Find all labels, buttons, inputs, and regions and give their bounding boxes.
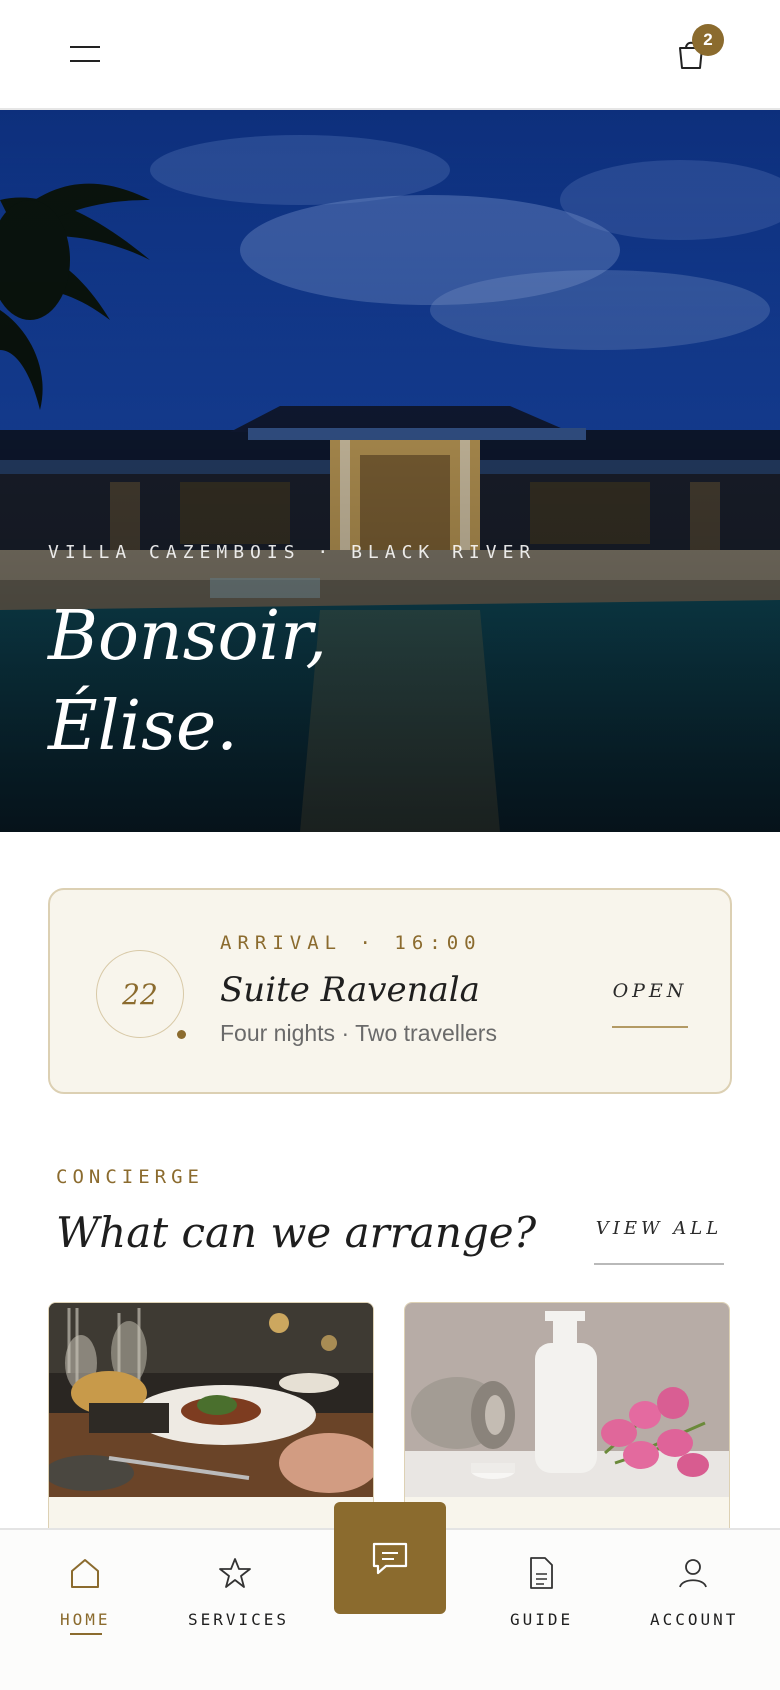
home-icon <box>71 1559 99 1588</box>
star-icon <box>219 1558 251 1588</box>
open-underline <box>612 1026 688 1028</box>
chat-bubble-icon <box>372 1542 408 1575</box>
greeting-heading: Bonsoir, Élise. <box>48 592 327 772</box>
nav-item-account[interactable]: ACCOUNT <box>648 1530 748 1670</box>
nav-item-home[interactable]: HOME <box>50 1530 122 1670</box>
booking-card[interactable]: 22 ARRIVAL · 16:00 Suite Ravenala Four n… <box>48 888 732 1094</box>
section-label: CONCIERGE <box>56 1166 204 1188</box>
fine-dining-photo <box>49 1303 373 1497</box>
hero-location: VILLA CAZEMBOIS · BLACK RIVER <box>48 542 537 563</box>
open-booking-link[interactable]: OPEN <box>612 980 688 1002</box>
document-icon <box>530 1557 553 1589</box>
top-bar: 2 <box>0 0 780 110</box>
greeting-line-2: Élise. <box>48 687 238 766</box>
stay-details: Four nights · Two travellers <box>220 1020 497 1046</box>
view-all-link[interactable]: VIEW ALL <box>594 1218 724 1239</box>
nav-label-account: ACCOUNT <box>650 1610 739 1629</box>
hero-banner: VILLA CAZEMBOIS · BLACK RIVER Bonsoir, É… <box>0 110 780 832</box>
spa-towel-bottle-tulips-photo <box>405 1303 729 1497</box>
active-tab-indicator <box>70 1633 102 1635</box>
nav-item-guide[interactable]: GUIDE <box>500 1530 582 1670</box>
arrival-time: ARRIVAL · 16:00 <box>220 932 482 954</box>
section-title: What can we arrange? <box>56 1208 537 1257</box>
view-all-underline <box>594 1263 724 1265</box>
service-card-spa[interactable] <box>404 1302 730 1542</box>
shopping-bag-button[interactable]: 2 <box>676 24 724 76</box>
service-card-dining[interactable] <box>48 1302 374 1542</box>
arrival-date-badge: 22 <box>96 950 184 1038</box>
nav-label-home: HOME <box>60 1610 111 1629</box>
nav-item-services[interactable]: SERVICES <box>180 1530 300 1670</box>
status-dot <box>177 1030 186 1039</box>
nav-label-services: SERVICES <box>188 1610 290 1629</box>
chat-button[interactable] <box>334 1502 446 1614</box>
nav-label-guide: GUIDE <box>510 1610 574 1629</box>
cart-count-badge: 2 <box>692 24 724 56</box>
hamburger-menu-icon[interactable] <box>70 42 106 66</box>
user-icon <box>679 1559 707 1588</box>
suite-name: Suite Ravenala <box>220 970 480 1010</box>
greeting-line-1: Bonsoir, <box>48 597 327 676</box>
